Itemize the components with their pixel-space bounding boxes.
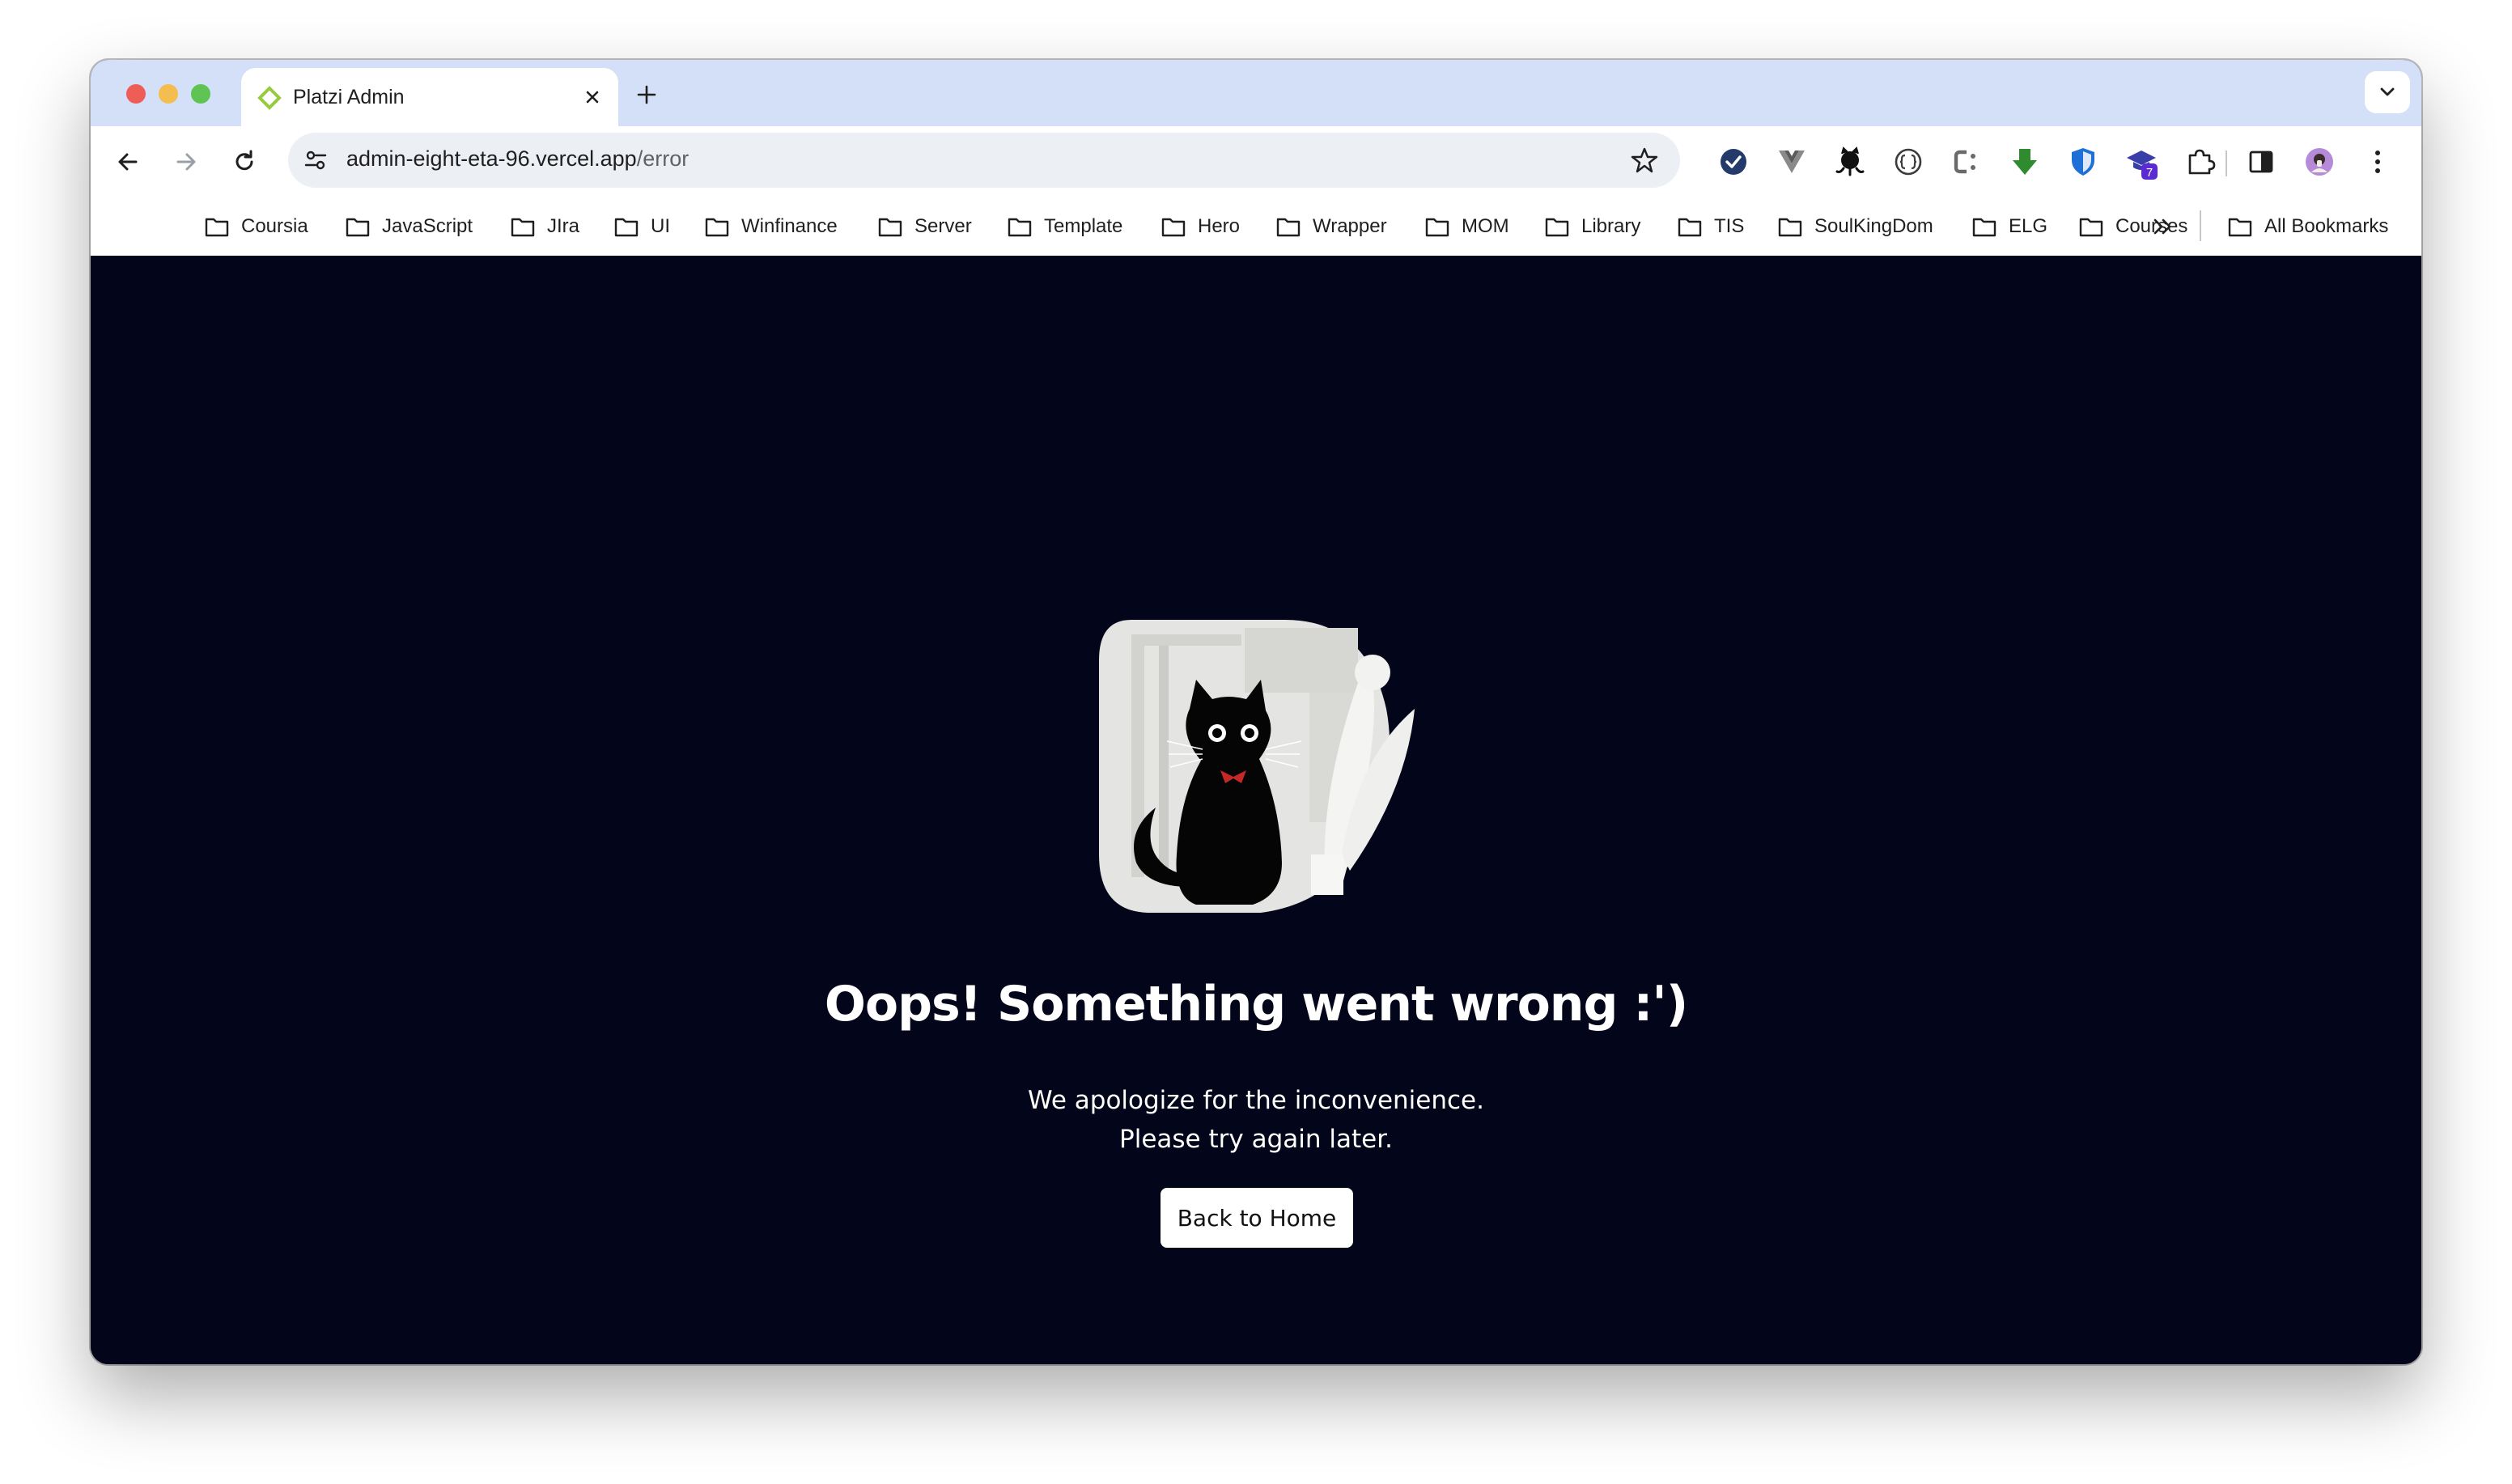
bookmark-label: Wrapper [1313, 215, 1387, 237]
folder-icon [205, 218, 229, 237]
browser-toolbar: admin-eight-eta-96.vercel.app/error 7 [91, 126, 2421, 197]
url-path: /error [636, 146, 690, 171]
back-to-home-button[interactable]: Back to Home [1161, 1188, 1353, 1248]
bookmark-label: TIS [1714, 215, 1745, 237]
bookmark-folder-server[interactable]: Server [877, 214, 972, 240]
folder-icon [2228, 218, 2252, 237]
extension-badge-count: 7 [2146, 166, 2153, 180]
close-tab-icon[interactable] [581, 86, 604, 108]
url-text[interactable]: admin-eight-eta-96.vercel.app/error [346, 146, 689, 172]
bookmark-label: Winfinance [741, 215, 838, 237]
all-bookmarks-button[interactable]: All Bookmarks [2227, 214, 2388, 240]
bookmark-folder-soulkingdom[interactable]: SoulKingDom [1777, 214, 1933, 240]
folder-icon [1425, 218, 1449, 237]
new-tab-icon[interactable] [633, 81, 660, 108]
toolbar-divider [2226, 151, 2227, 176]
graduation-cap-icon[interactable]: 7 [2124, 144, 2159, 180]
menu-kebab-icon[interactable] [2360, 144, 2395, 180]
bookmark-label: Template [1044, 215, 1123, 237]
bookmark-folder-jira[interactable]: JIra [510, 214, 579, 240]
bookmark-folder-library[interactable]: Library [1544, 214, 1640, 240]
folder-icon [705, 218, 729, 237]
bookmark-label: Hero [1198, 215, 1241, 237]
vue-devtools-icon[interactable] [1774, 144, 1810, 180]
bookmark-folder-javascript[interactable]: JavaScript [345, 214, 473, 240]
bookmark-label: JavaScript [382, 215, 473, 237]
reload-icon [236, 150, 253, 171]
tab-strip: Platzi Admin [91, 60, 2421, 126]
tab-title: Platzi Admin [293, 86, 405, 108]
folder-icon [1276, 218, 1301, 237]
folder-icon [1778, 218, 1802, 237]
side-panel-icon[interactable] [2243, 144, 2279, 180]
error-message-line-1: We apologize for the inconvenience. [1028, 1086, 1484, 1115]
folder-icon [2079, 218, 2103, 237]
bookmark-folder-courses[interactable]: Courses [2078, 214, 2187, 240]
folder-icon [1008, 218, 1032, 237]
bookmark-folder-winfinance[interactable]: Winfinance [704, 214, 838, 240]
bookmark-label: UI [651, 215, 670, 237]
bookmark-folder-elg[interactable]: ELG [1971, 214, 2047, 240]
minimize-window-button[interactable] [159, 84, 178, 104]
bookmark-label: SoulKingDom [1814, 215, 1933, 237]
folder-icon [1972, 218, 1996, 237]
close-window-button[interactable] [126, 84, 146, 104]
bookmark-label: Courses [2115, 215, 2188, 237]
json-formatter-icon[interactable] [1890, 144, 1926, 180]
bookmarks-divider [2200, 210, 2201, 241]
folder-icon [511, 218, 535, 237]
error-message-line-2: Please try again later. [1119, 1125, 1393, 1154]
bookmark-folder-tis[interactable]: TIS [1677, 214, 1744, 240]
tab-platzi-admin[interactable]: Platzi Admin [241, 68, 618, 126]
github-octocat-icon[interactable] [1832, 144, 1868, 180]
extensions-puzzle-icon[interactable] [2182, 144, 2217, 180]
bookmark-folder-hero[interactable]: Hero [1161, 214, 1240, 240]
folder-icon [346, 218, 370, 237]
tab-search-button[interactable] [2365, 71, 2410, 113]
download-arrow-icon[interactable] [2007, 144, 2043, 180]
css-tool-icon[interactable] [1949, 144, 1984, 180]
folder-icon [1678, 218, 1702, 237]
folder-icon [878, 218, 902, 237]
bookmark-folder-coursia[interactable]: Coursia [204, 214, 308, 240]
address-bar[interactable]: admin-eight-eta-96.vercel.app/error [288, 133, 1680, 188]
bookmark-star-icon[interactable] [1630, 146, 1659, 175]
platzi-favicon-icon [257, 86, 282, 110]
forward-button[interactable] [168, 144, 204, 180]
bookmark-folder-ui[interactable]: UI [613, 214, 670, 240]
bookmark-folder-mom[interactable]: MOM [1424, 214, 1509, 240]
bookmark-label: Coursia [241, 215, 308, 237]
bookmark-folder-wrapper[interactable]: Wrapper [1275, 214, 1387, 240]
forward-arrow-icon [176, 153, 196, 171]
error-page: Oops! Something went wrong :') We apolog… [91, 256, 2421, 1364]
bookmark-folder-template[interactable]: Template [1007, 214, 1122, 240]
error-message: We apologize for the inconvenience. Plea… [91, 1081, 2421, 1159]
shield-icon[interactable] [2065, 144, 2101, 180]
folder-icon [614, 218, 639, 237]
site-settings-icon[interactable] [301, 146, 330, 175]
error-heading: Oops! Something went wrong :') [824, 976, 1688, 1032]
bookmark-label: MOM [1462, 215, 1509, 237]
all-bookmarks-label: All Bookmarks [2264, 215, 2389, 237]
reload-button[interactable] [227, 144, 262, 180]
browser-window: Platzi Admin admin-eight-eta-96.vercel.a… [91, 60, 2421, 1364]
bookmark-label: JIra [547, 215, 580, 237]
bookmark-label: Library [1581, 215, 1641, 237]
folder-icon [1545, 218, 1569, 237]
bitwarden-check-icon[interactable] [1716, 144, 1751, 180]
chevron-down-icon [2380, 87, 2395, 96]
folder-icon [1161, 218, 1186, 237]
profile-avatar[interactable] [2302, 144, 2337, 180]
back-arrow-icon [118, 153, 138, 171]
back-button[interactable] [110, 144, 146, 180]
maximize-window-button[interactable] [191, 84, 210, 104]
bookmark-label: Server [914, 215, 972, 237]
url-host: admin-eight-eta-96.vercel.app [346, 146, 637, 171]
bookmarks-bar: All Bookmarks Coursia JavaScript JIra UI Win… [91, 197, 2421, 256]
bookmark-label: ELG [2009, 215, 2048, 237]
cat-illustration [1099, 620, 1415, 913]
